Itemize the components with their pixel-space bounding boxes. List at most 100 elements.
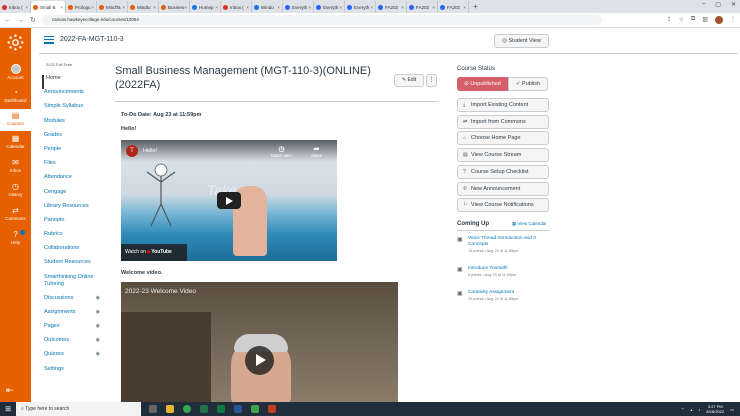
home-page-button[interactable]: ⌂ Choose Home Page: [457, 131, 549, 146]
course-nav-item[interactable]: Grades: [42, 132, 104, 146]
tab-close-icon[interactable]: ×: [401, 5, 404, 10]
browser-tab[interactable]: Homep ×: [190, 1, 221, 13]
browser-tab[interactable]: Inbox (×: [0, 1, 31, 13]
course-nav-item[interactable]: Simple Syllabus: [42, 103, 104, 117]
browser-tab[interactable]: FA202 ×: [438, 1, 469, 13]
browser-tab[interactable]: Prologu ×: [66, 1, 97, 13]
watch-later-button[interactable]: ◷ Watch later: [271, 145, 292, 158]
course-nav-item[interactable]: Settings: [42, 366, 104, 380]
extensions-icon[interactable]: ⧉: [691, 16, 695, 24]
volume-icon[interactable]: ♪: [698, 407, 700, 412]
sidepanel-icon[interactable]: ▥: [702, 16, 708, 24]
channel-avatar[interactable]: T: [126, 145, 138, 157]
global-nav-inbox[interactable]: ✉ Inbox: [0, 158, 31, 173]
tab-close-icon[interactable]: ×: [463, 5, 466, 10]
browser-tab[interactable]: FA202 ×: [407, 1, 438, 13]
import-button[interactable]: ⤓ Import Existing Content: [457, 98, 549, 112]
minimize-icon[interactable]: –: [702, 1, 705, 8]
tab-close-icon[interactable]: ×: [184, 5, 187, 10]
announcement-button[interactable]: ✆ New Announcement: [457, 181, 549, 196]
checklist-button[interactable]: ? Course Setup Checklist: [457, 164, 549, 179]
taskbar-search-input[interactable]: ⌕ Type here to search: [16, 402, 141, 416]
word-icon[interactable]: [234, 405, 242, 413]
course-menu-hamburger-icon[interactable]: [44, 36, 54, 46]
tab-close-icon[interactable]: ×: [432, 5, 435, 10]
global-nav-account[interactable]: Account: [0, 64, 31, 80]
bookmark-star-icon[interactable]: ☆: [679, 16, 684, 24]
tab-close-icon[interactable]: ×: [215, 5, 218, 10]
course-nav-item[interactable]: Library Resources: [42, 203, 104, 217]
maximize-icon[interactable]: ▢: [715, 1, 721, 8]
student-view-button[interactable]: ◎ Student View: [494, 34, 549, 48]
watch-on-youtube-button[interactable]: Watch on ▶YouTube: [121, 244, 187, 261]
tab-close-icon[interactable]: ×: [308, 5, 311, 10]
browser-tab[interactable]: Inbox (×: [221, 1, 252, 13]
play-circle-icon[interactable]: [245, 346, 274, 375]
back-icon[interactable]: ←: [4, 17, 11, 24]
browser-tab[interactable]: Busines ×: [159, 1, 190, 13]
course-nav-item[interactable]: Collaborations: [42, 245, 104, 259]
url-field[interactable]: canvas.hawkeyecollege.edu/courses/10084: [41, 15, 602, 25]
reload-icon[interactable]: ↻: [30, 16, 36, 24]
tab-close-icon[interactable]: ×: [153, 5, 156, 10]
course-nav-item[interactable]: Home: [42, 75, 104, 90]
course-nav-item[interactable]: Modules: [42, 118, 104, 132]
clock[interactable]: 3:27 PM 8/18/2022: [706, 404, 724, 414]
view-calendar-link[interactable]: ▦ View Calendar: [512, 221, 547, 227]
course-nav-item[interactable]: People: [42, 146, 104, 160]
collapse-nav-icon[interactable]: ⇤: [6, 385, 14, 396]
task-view-icon[interactable]: [149, 405, 157, 413]
browser-tab[interactable]: Everyth ×: [314, 1, 345, 13]
browser-tab[interactable]: Small B ×: [31, 1, 66, 13]
windows-start-icon[interactable]: ⊞: [0, 405, 16, 413]
hello-video-embed[interactable]: Take Ha T Hello! ◷ Watch later ➦ Share Wat…: [121, 140, 337, 261]
tab-close-icon[interactable]: ×: [246, 5, 249, 10]
more-options-button[interactable]: ⋮: [426, 74, 437, 87]
file-explorer-icon[interactable]: [166, 405, 174, 413]
video-title[interactable]: Hello!: [143, 148, 157, 154]
course-nav-item[interactable]: Files: [42, 160, 104, 174]
commons-button[interactable]: ⇄ Import from Commons: [457, 114, 549, 129]
browser-tab[interactable]: Windo ×: [252, 1, 283, 13]
browser-tab[interactable]: FA202 ×: [376, 1, 407, 13]
browser-tab[interactable]: Mindtu ×: [128, 1, 159, 13]
stream-button[interactable]: ▤ View Course Stream: [457, 148, 549, 163]
tab-close-icon[interactable]: ×: [370, 5, 373, 10]
course-nav-item[interactable]: Cengage: [42, 189, 104, 203]
course-nav-item[interactable]: Pages ◉: [42, 323, 104, 337]
course-nav-item[interactable]: Attendance: [42, 174, 104, 188]
tab-close-icon[interactable]: ×: [122, 5, 125, 10]
coming-up-title-link[interactable]: Introduce Yourself!: [468, 266, 549, 272]
powerpoint-icon[interactable]: [268, 405, 276, 413]
app-icon-camera[interactable]: [251, 405, 259, 413]
course-nav-item[interactable]: Student Resources: [42, 259, 104, 273]
tab-close-icon[interactable]: ×: [60, 5, 63, 10]
close-window-icon[interactable]: ✕: [731, 1, 736, 8]
course-nav-item[interactable]: Smarthinking Online Tutoring: [42, 274, 104, 295]
global-nav-courses[interactable]: ▤ Courses: [0, 109, 31, 131]
course-nav-item[interactable]: Panopto: [42, 217, 104, 231]
profile-avatar-icon[interactable]: [715, 16, 723, 24]
notifications-icon[interactable]: ▭: [730, 407, 734, 412]
coming-up-title-link[interactable]: Creativity Assignment: [468, 290, 549, 296]
course-nav-item[interactable]: Rubrics: [42, 231, 104, 245]
global-nav-commons[interactable]: ⇄ Commons: [0, 206, 31, 221]
tab-close-icon[interactable]: ×: [339, 5, 342, 10]
share-icon[interactable]: ⇪: [667, 16, 672, 24]
notifications-button[interactable]: ⚐ View Course Notifications: [457, 198, 549, 213]
global-nav-history[interactable]: ◷ History: [0, 182, 31, 197]
canvas-logo-icon[interactable]: [7, 34, 24, 51]
chrome-icon[interactable]: [183, 405, 191, 413]
global-nav-calendar[interactable]: ▦ Calendar: [0, 134, 31, 149]
course-nav-item[interactable]: Announcements: [42, 89, 104, 103]
forward-icon[interactable]: →: [17, 17, 24, 24]
unpublished-button[interactable]: ⊘ Unpublished: [457, 77, 508, 91]
tab-close-icon[interactable]: ×: [277, 5, 280, 10]
browser-tab[interactable]: Everyth ×: [283, 1, 314, 13]
tray-chevron-icon[interactable]: ⌃: [681, 407, 684, 412]
coming-up-title-link[interactable]: Voice Thread Introduction and 3 Concepts: [468, 236, 549, 248]
browser-tab[interactable]: Everyth ×: [345, 1, 376, 13]
share-video-button[interactable]: ➦ Share: [311, 145, 322, 158]
breadcrumb[interactable]: 2022-FA-MGT-110-3: [60, 36, 124, 43]
course-nav-item[interactable]: Outcomes ◉: [42, 337, 104, 351]
